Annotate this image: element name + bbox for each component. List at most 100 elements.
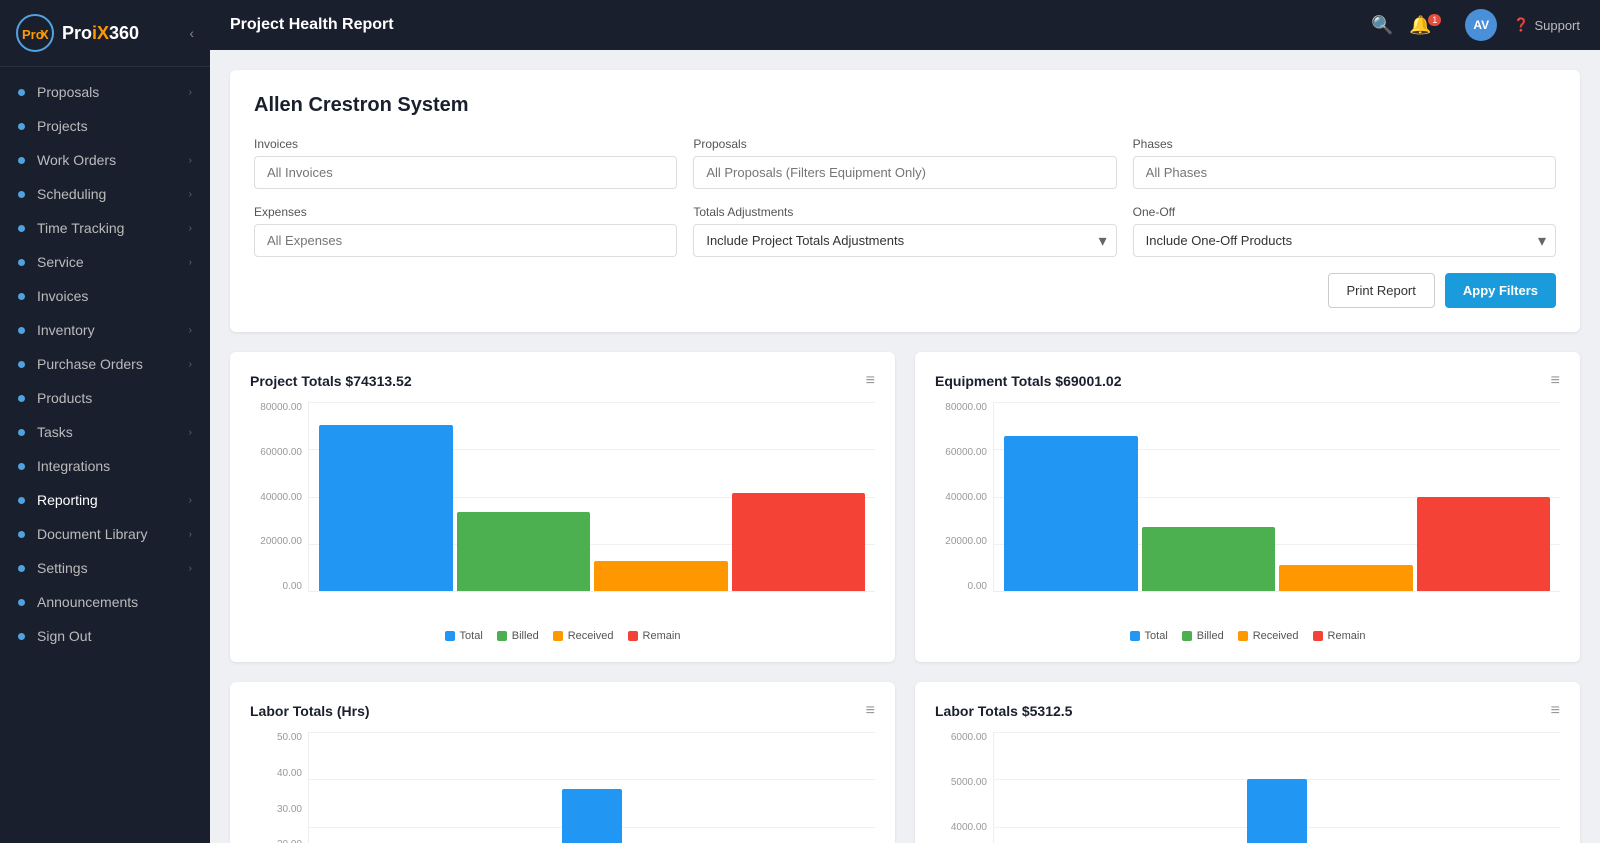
- sidebar-item-work-orders[interactable]: Work Orders ›: [0, 143, 210, 177]
- logo-text: ProiX360: [62, 23, 139, 44]
- chart-menu-icon[interactable]: ≡: [1551, 372, 1560, 390]
- legend-total: Total: [445, 630, 483, 642]
- content-area: Allen Crestron System Invoices Proposals…: [210, 50, 1600, 843]
- labor-hrs-container: 50.00 40.00 30.00 20.00 10.00 0.00: [250, 732, 875, 843]
- filter-card: Allen Crestron System Invoices Proposals…: [230, 70, 1580, 332]
- print-report-button[interactable]: Print Report: [1328, 273, 1435, 308]
- sidebar-item-document-library[interactable]: Document Library ›: [0, 517, 210, 551]
- sidebar-item-sign-out[interactable]: Sign Out: [0, 619, 210, 653]
- nav-label-scheduling: Scheduling: [37, 186, 189, 202]
- nav-label-inventory: Inventory: [37, 322, 189, 338]
- one-off-select[interactable]: Include One-Off Products: [1133, 224, 1556, 257]
- chart-menu-icon[interactable]: ≡: [1551, 702, 1560, 720]
- proposals-label: Proposals: [693, 137, 1116, 151]
- one-off-label: One-Off: [1133, 205, 1556, 219]
- sidebar-item-projects[interactable]: Projects: [0, 109, 210, 143]
- sidebar-item-products[interactable]: Products: [0, 381, 210, 415]
- chart-legend: Total Billed Received Remain: [250, 630, 875, 642]
- nav-label-proposals: Proposals: [37, 84, 189, 100]
- svg-text:X: X: [40, 27, 49, 42]
- labor-dollars-container: 6000.00 5000.00 4000.00 3000.00 2000.00: [935, 732, 1560, 843]
- nav-arrow-tasks: ›: [189, 427, 192, 438]
- totals-adj-select-wrapper: Include Project Totals Adjustments: [693, 224, 1116, 257]
- nav-dot-proposals: [18, 89, 25, 96]
- sidebar-item-scheduling[interactable]: Scheduling ›: [0, 177, 210, 211]
- sidebar-item-inventory[interactable]: Inventory ›: [0, 313, 210, 347]
- nav-label-work-orders: Work Orders: [37, 152, 189, 168]
- project-totals-title: Project Totals $74313.52: [250, 373, 412, 389]
- nav-dot-inventory: [18, 327, 25, 334]
- legend-received: Received: [553, 630, 614, 642]
- nav-dot-time-tracking: [18, 225, 25, 232]
- apply-filters-button[interactable]: Appy Filters: [1445, 273, 1556, 308]
- legend-received: Received: [1238, 630, 1299, 642]
- filter-row-2: Expenses Totals Adjustments Include Proj…: [254, 205, 1556, 257]
- charts-grid: Project Totals $74313.52 ≡ 80000.00 6000…: [230, 352, 1580, 843]
- chart-header: Labor Totals (Hrs) ≡: [250, 702, 875, 720]
- sidebar-item-tasks[interactable]: Tasks ›: [0, 415, 210, 449]
- expenses-input[interactable]: [254, 224, 677, 257]
- nav-label-sign-out: Sign Out: [37, 628, 192, 644]
- sidebar-item-settings[interactable]: Settings ›: [0, 551, 210, 585]
- nav-dot-work-orders: [18, 157, 25, 164]
- sidebar-item-proposals[interactable]: Proposals ›: [0, 75, 210, 109]
- bar-received: [1279, 565, 1413, 591]
- bar-total: [1004, 436, 1138, 591]
- nav-label-service: Service: [37, 254, 189, 270]
- y-axis: 50.00 40.00 30.00 20.00 10.00 0.00: [250, 732, 308, 843]
- sidebar-item-time-tracking[interactable]: Time Tracking ›: [0, 211, 210, 245]
- bar-group: [319, 732, 865, 843]
- chart-menu-icon[interactable]: ≡: [866, 372, 875, 390]
- legend-remain: Remain: [628, 630, 681, 642]
- chart-menu-icon[interactable]: ≡: [866, 702, 875, 720]
- nav-dot-sign-out: [18, 633, 25, 640]
- sidebar-item-reporting[interactable]: Reporting ›: [0, 483, 210, 517]
- chart-plot: [308, 732, 875, 843]
- proposals-input[interactable]: [693, 156, 1116, 189]
- y-axis: 6000.00 5000.00 4000.00 3000.00 2000.00: [935, 732, 993, 843]
- nav-dot-scheduling: [18, 191, 25, 198]
- equipment-totals-container: 80000.00 60000.00 40000.00 20000.00 0.00: [935, 402, 1560, 622]
- sidebar-item-invoices[interactable]: Invoices: [0, 279, 210, 313]
- search-icon[interactable]: 🔍: [1371, 15, 1393, 36]
- bar-billed: [457, 512, 591, 591]
- nav-dot-document-library: [18, 531, 25, 538]
- sidebar-item-announcements[interactable]: Announcements: [0, 585, 210, 619]
- collapse-button[interactable]: ‹: [189, 25, 194, 41]
- expenses-label: Expenses: [254, 205, 677, 219]
- bar-group: [1004, 732, 1550, 843]
- main-area: Project Health Report 🔍 🔔 1 AV ❓ Support…: [210, 0, 1600, 843]
- totals-adj-select[interactable]: Include Project Totals Adjustments: [693, 224, 1116, 257]
- equipment-totals-chart: Equipment Totals $69001.02 ≡ 80000.00 60…: [915, 352, 1580, 662]
- nav-label-settings: Settings: [37, 560, 189, 576]
- invoices-input[interactable]: [254, 156, 677, 189]
- sidebar-item-integrations[interactable]: Integrations: [0, 449, 210, 483]
- nav-arrow-purchase-orders: ›: [189, 359, 192, 370]
- phases-input[interactable]: [1133, 156, 1556, 189]
- chart-header: Project Totals $74313.52 ≡: [250, 372, 875, 390]
- avatar[interactable]: AV: [1465, 9, 1497, 41]
- y-axis: 80000.00 60000.00 40000.00 20000.00 0.00: [935, 402, 993, 592]
- bar-billed: [1142, 527, 1276, 591]
- expenses-filter: Expenses: [254, 205, 677, 257]
- sidebar-item-service[interactable]: Service ›: [0, 245, 210, 279]
- chart-plot: [993, 732, 1560, 843]
- sidebar-item-purchase-orders[interactable]: Purchase Orders ›: [0, 347, 210, 381]
- nav-label-invoices: Invoices: [37, 288, 192, 304]
- nav-arrow-work-orders: ›: [189, 155, 192, 166]
- one-off-filter: One-Off Include One-Off Products: [1133, 205, 1556, 257]
- nav-arrow-inventory: ›: [189, 325, 192, 336]
- bar-remain: [732, 493, 866, 591]
- notification-area: 🔔 1: [1409, 15, 1449, 36]
- nav-arrow-service: ›: [189, 257, 192, 268]
- nav-arrow-settings: ›: [189, 563, 192, 574]
- chart-plot: [308, 402, 875, 592]
- nav-label-projects: Projects: [37, 118, 192, 134]
- nav-dot-purchase-orders: [18, 361, 25, 368]
- nav-dot-products: [18, 395, 25, 402]
- nav-arrow-reporting: ›: [189, 495, 192, 506]
- bar-received: [594, 561, 728, 591]
- logo-area: Pro X ProiX360 ‹: [0, 0, 210, 67]
- support-button[interactable]: ❓ Support: [1513, 17, 1580, 33]
- nav-dot-service: [18, 259, 25, 266]
